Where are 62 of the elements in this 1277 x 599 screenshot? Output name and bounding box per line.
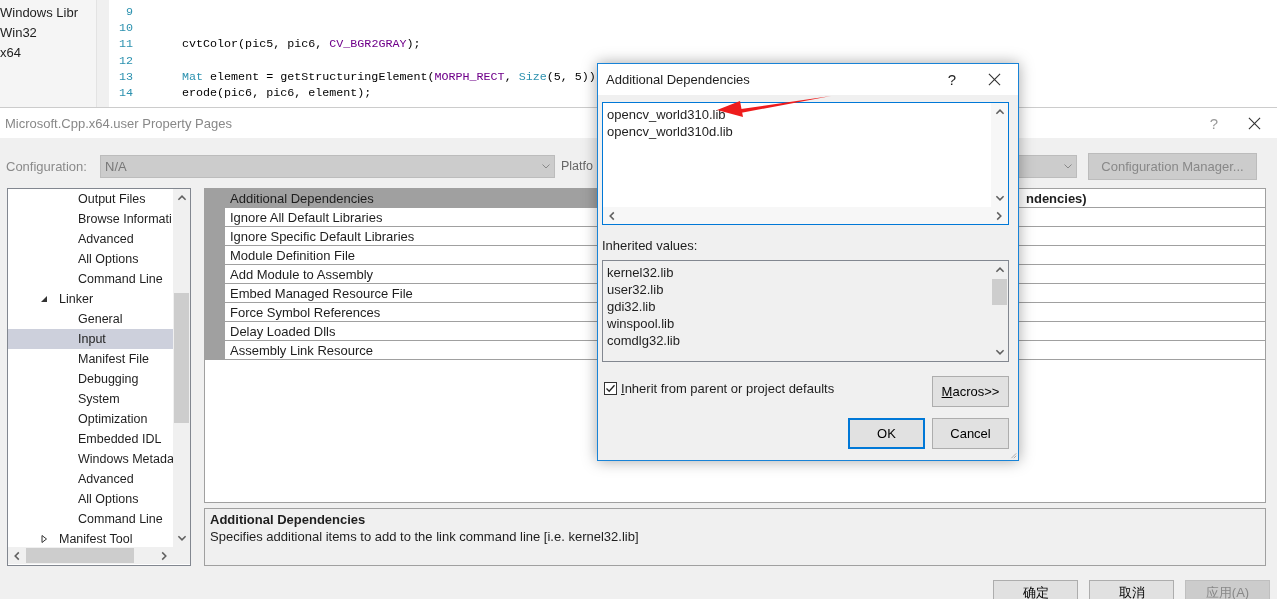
tree-item[interactable]: Advanced <box>8 229 173 249</box>
vertical-scrollbar[interactable] <box>991 103 1008 207</box>
help-button[interactable]: ? <box>947 71 956 88</box>
window-title: Microsoft.Cpp.x64.user Property Pages <box>5 115 232 131</box>
library-entry: kernel32.lib <box>607 264 675 281</box>
dialog-button[interactable]: 确定 <box>993 580 1078 599</box>
dropdown-caret-icon <box>541 161 551 171</box>
line-number: 13 <box>117 68 133 85</box>
tree-item[interactable]: Debugging <box>8 369 173 389</box>
vertical-scrollbar[interactable] <box>173 189 190 547</box>
dropdown-caret-icon <box>1063 161 1073 171</box>
tree-item[interactable]: Manifest Tool <box>8 529 173 547</box>
tree-item[interactable]: Command Line <box>8 509 173 529</box>
solution-item[interactable]: Windows Libr <box>0 4 79 24</box>
tree-item[interactable]: Embedded IDL <box>8 429 173 449</box>
tree-item[interactable]: All Options <box>8 249 173 269</box>
description-text: Specifies additional items to add to the link command line [i.e. kernel32.lib] <box>210 528 640 546</box>
tree-item[interactable]: Manifest File <box>8 349 173 369</box>
dialog-button[interactable]: 取消 <box>1089 580 1174 599</box>
values-edit-box[interactable]: opencv_world310.lib opencv_world310d.lib <box>602 102 1009 225</box>
configuration-label: Configuration: <box>6 158 88 174</box>
resize-grip-icon[interactable] <box>1009 451 1017 459</box>
expanded-triangle-icon[interactable] <box>40 295 48 303</box>
tree-item[interactable]: General <box>8 309 173 329</box>
close-icon[interactable] <box>1248 116 1261 130</box>
close-icon[interactable] <box>988 73 1001 86</box>
library-entry: opencv_world310.lib <box>607 106 727 123</box>
tree-item[interactable]: Command Line <box>8 269 173 289</box>
tree-item[interactable]: Browse Informati <box>8 209 173 229</box>
dialog-title: Additional Dependencies <box>606 72 750 87</box>
line-number: 10 <box>117 20 133 37</box>
horizontal-scrollbar[interactable] <box>603 207 1008 224</box>
tree-item[interactable]: Linker <box>8 289 173 309</box>
code-line: cvtColor(pic5, pic6, CV_BGR2GRAY); <box>182 36 421 53</box>
line-number: 9 <box>125 4 133 21</box>
tree-item[interactable]: Output Files <box>8 189 173 209</box>
tree-item[interactable]: Windows Metada <box>8 449 173 469</box>
checkbox[interactable] <box>604 382 617 395</box>
line-number: 14 <box>117 84 133 102</box>
tree-item[interactable]: System <box>8 389 173 409</box>
line-number: 11 <box>117 36 133 53</box>
line-number: 12 <box>117 52 133 69</box>
solution-item[interactable]: x64 <box>0 44 21 64</box>
description-title: Additional Dependencies <box>210 512 367 528</box>
scroll-thumb[interactable] <box>992 279 1007 305</box>
solution-item[interactable]: Win32 <box>0 24 37 44</box>
ok-button[interactable]: OK <box>848 418 925 449</box>
tree-item[interactable]: Advanced <box>8 469 173 489</box>
scroll-thumb[interactable] <box>174 293 189 423</box>
checkbox-label[interactable]: Inherit from parent or project defaults <box>621 381 835 396</box>
platform-label: Platfo <box>561 159 594 173</box>
code-line: Mat element = getStructuringElement(MORPH_RECT, Size(5, 5)) <box>182 68 596 85</box>
cancel-button[interactable]: Cancel <box>932 418 1009 449</box>
macros-button[interactable]: Macros>> <box>932 376 1009 407</box>
scroll-thumb[interactable] <box>26 548 134 563</box>
library-entry: opencv_world310d.lib <box>607 123 734 140</box>
tree-item[interactable]: Input <box>8 329 173 349</box>
tree-item[interactable]: All Options <box>8 489 173 509</box>
tree-item[interactable]: Optimization <box>8 409 173 429</box>
collapsed-triangle-icon[interactable] <box>40 535 48 543</box>
library-entry: user32.lib <box>607 281 665 298</box>
code-line: erode(pic6, pic6, element); <box>182 84 372 102</box>
